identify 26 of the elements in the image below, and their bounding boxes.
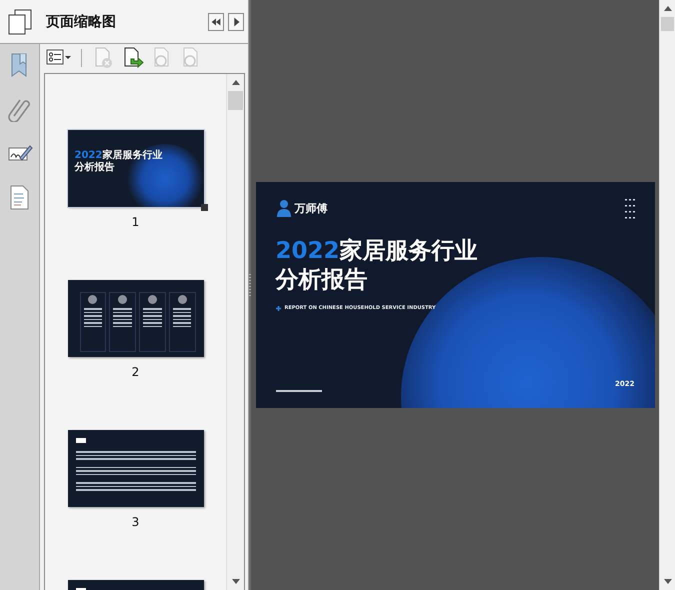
page-thumbnail[interactable] — [68, 280, 204, 357]
document-title: 2022家居服务行业 分析报告 — [276, 237, 479, 295]
plus-icon — [276, 306, 280, 310]
page-number: 2 — [132, 365, 140, 379]
scroll-down-arrow[interactable] — [232, 579, 240, 584]
scroll-up-arrow[interactable] — [664, 6, 672, 11]
card-drawing — [168, 292, 196, 352]
scroll-thumb[interactable] — [661, 17, 674, 31]
page-number: 1 — [132, 215, 140, 229]
insert-page-icon[interactable] — [122, 47, 144, 68]
page-number: 3 — [132, 515, 140, 529]
card-drawing — [109, 292, 136, 352]
dot-grid-icon — [624, 199, 634, 219]
thumbnail-title: 2022家居服务行业 分析报告 — [73, 148, 164, 174]
card-drawing — [80, 292, 106, 352]
scroll-thumb[interactable] — [228, 91, 243, 110]
scrollbar[interactable] — [226, 74, 244, 590]
scrollbar[interactable] — [659, 0, 675, 590]
panel-title: 页面缩略图 — [46, 12, 117, 30]
scroll-down-arrow[interactable] — [664, 579, 672, 584]
page-thumbnail[interactable] — [68, 430, 204, 507]
card-drawing — [139, 292, 166, 352]
resize-handle[interactable] — [200, 204, 208, 211]
scroll-up-arrow[interactable] — [232, 80, 240, 85]
pages-icon — [8, 8, 32, 34]
logo-text: 万师傅 — [294, 200, 328, 216]
